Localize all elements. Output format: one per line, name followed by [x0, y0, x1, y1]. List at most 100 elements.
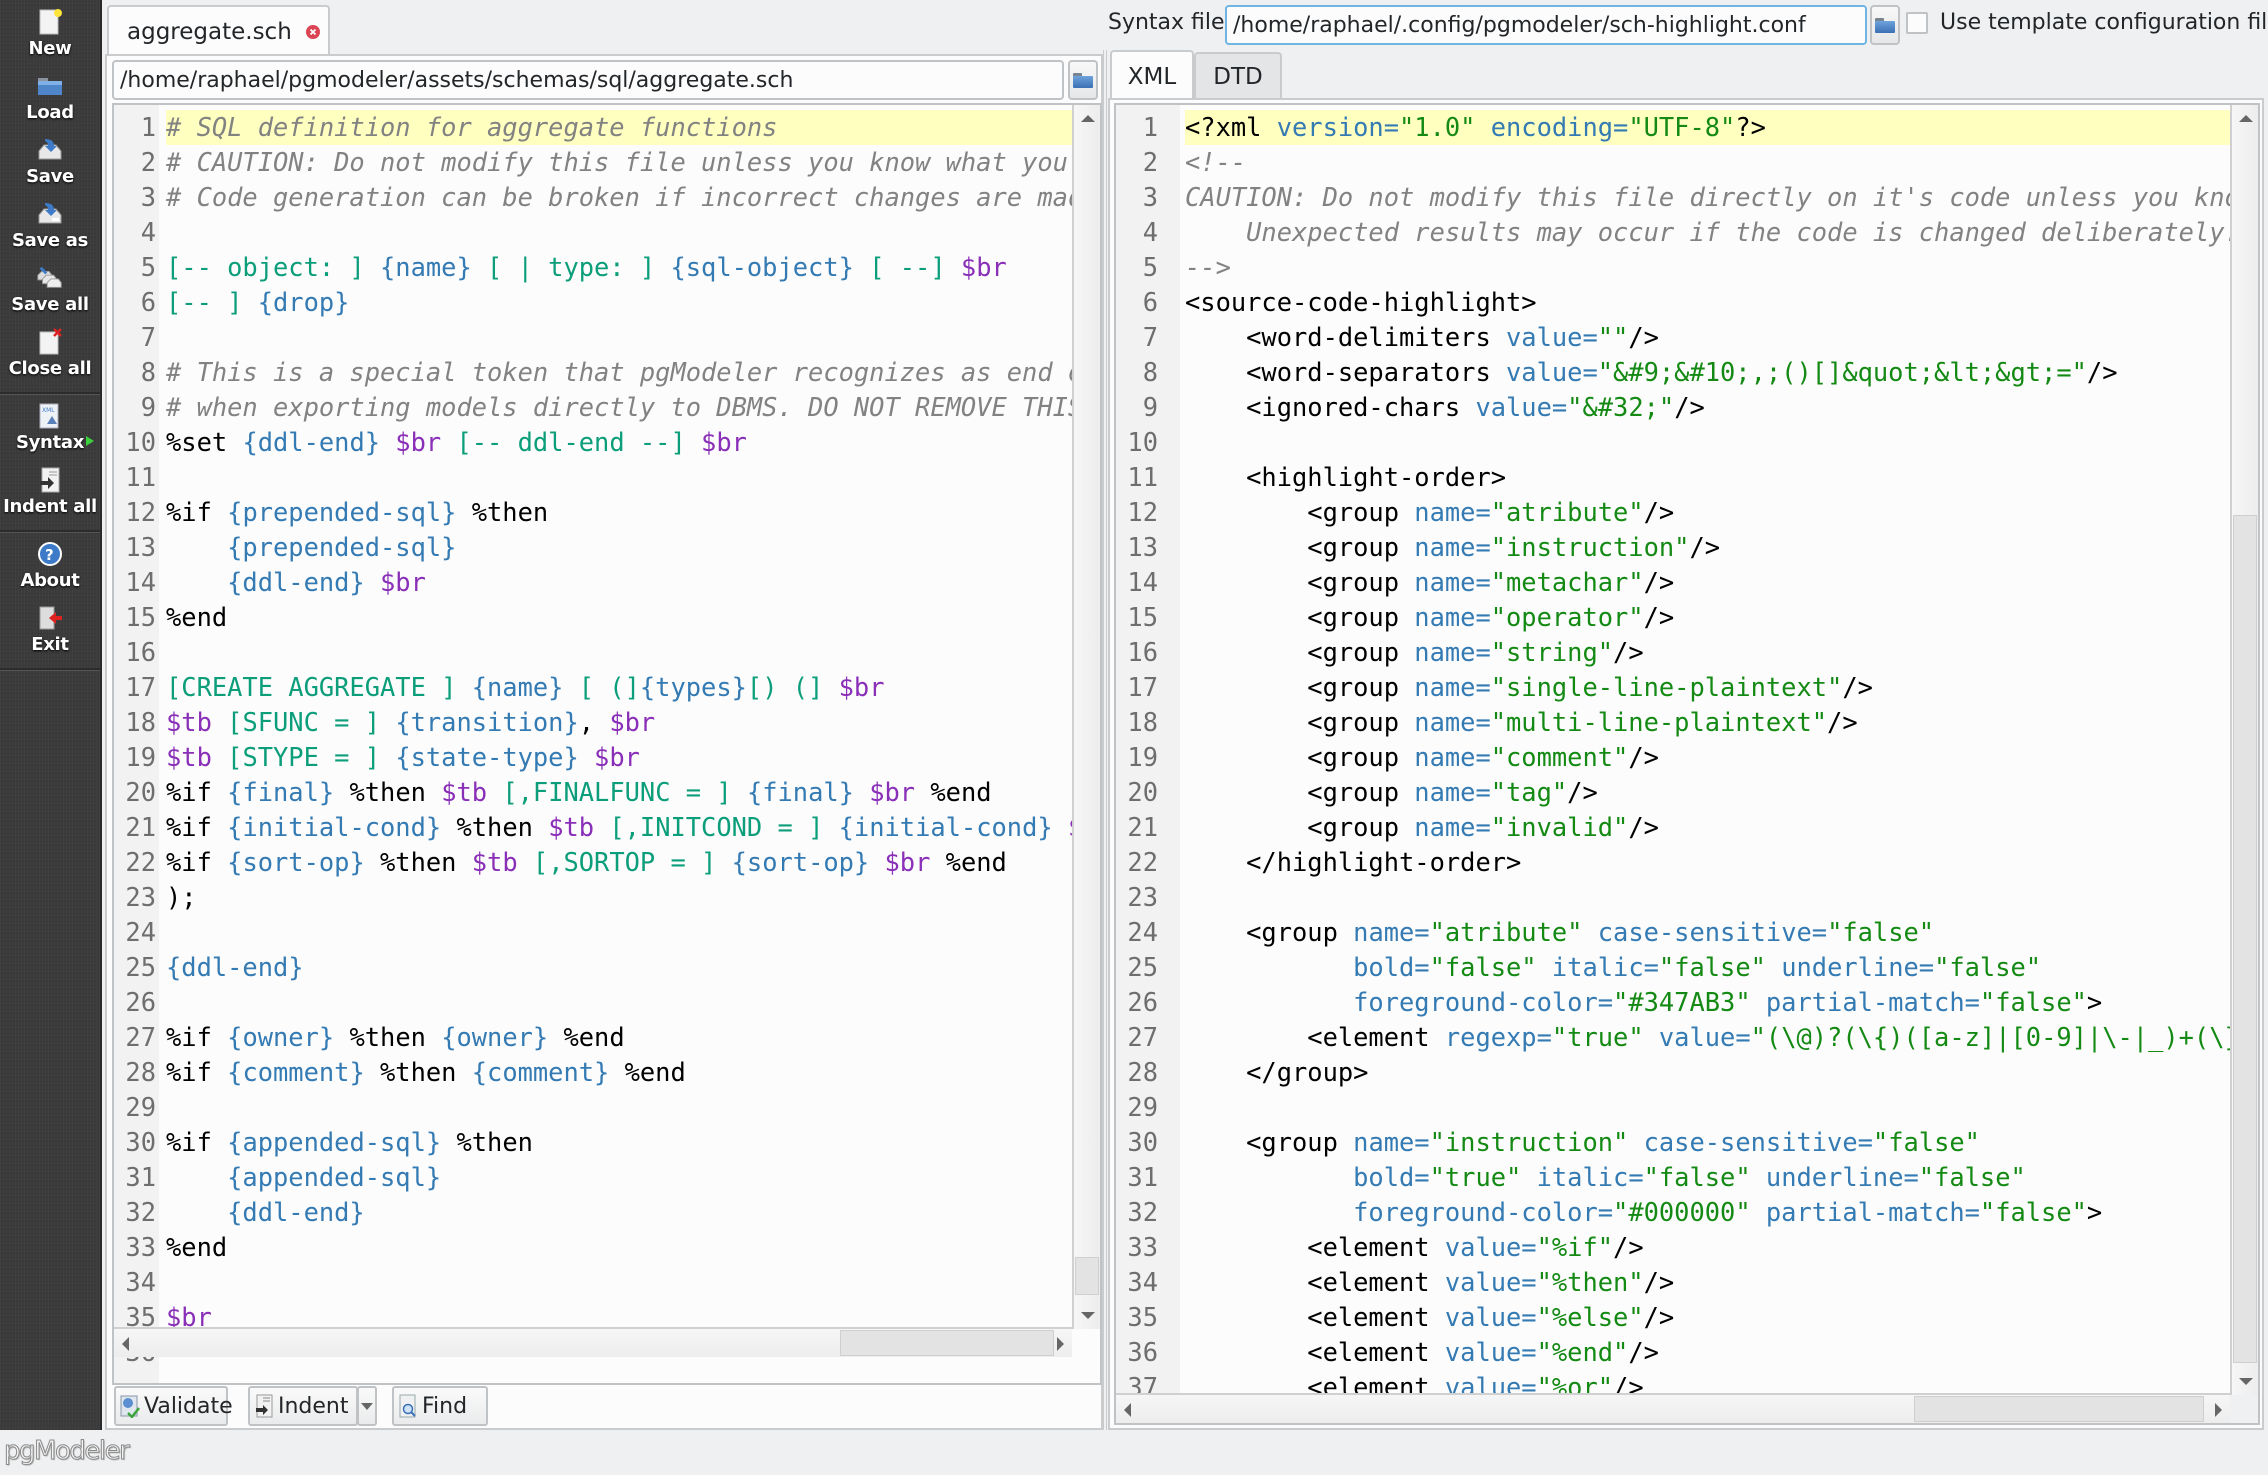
code-token: # This is a special token that pgModeler… — [166, 357, 1098, 387]
panel-splitter[interactable] — [1103, 50, 1107, 1430]
code-token: $br — [838, 672, 885, 702]
code-token: <element — [1185, 1267, 1445, 1297]
use-template-checkbox[interactable] — [1906, 12, 1928, 34]
sidebar-indent-all-button[interactable]: Indent all — [0, 462, 100, 526]
schema-file-path-field[interactable]: /home/raphael/pgmodeler/assets/schemas/s… — [112, 60, 1064, 100]
code-token: "false" — [1429, 952, 1537, 982]
horizontal-scrollbar[interactable] — [114, 1327, 1072, 1357]
indent-options-dropdown[interactable] — [357, 1386, 377, 1426]
code-token: "multi-line-plaintext" — [1490, 707, 1828, 737]
code-token: <word-delimiters — [1185, 322, 1507, 352]
scroll-right-arrow[interactable] — [1057, 1337, 1064, 1351]
tab-dtd[interactable]: DTD — [1194, 52, 1282, 100]
indent-button[interactable]: Indent — [248, 1386, 358, 1426]
scroll-left-arrow[interactable] — [122, 1337, 129, 1351]
code-line: # CAUTION: Do not modify this file unles… — [166, 145, 1100, 180]
code-line-content: %if {appended-sql} %then — [166, 1127, 533, 1157]
code-line-content: foreground-color="#000000" partial-match… — [1185, 1197, 2102, 1227]
code-token: "true" — [1551, 1022, 1644, 1052]
tab-aggregate-sch[interactable]: aggregate.sch — [107, 5, 330, 57]
code-token: # Code generation can be broken if incor… — [166, 182, 1102, 212]
code-line-content: <element value="%if"/> — [1185, 1232, 1643, 1262]
browse-schema-file-button[interactable] — [1068, 60, 1098, 100]
scroll-up-arrow[interactable] — [1081, 115, 1095, 122]
code-token: %if — [166, 777, 228, 807]
sidebar-group: XML Syntax Indent all — [0, 394, 100, 532]
code-line: <?xml version="1.0" encoding="UTF-8"?> — [1185, 110, 2230, 145]
code-token: <group — [1185, 672, 1415, 702]
sidebar-save-as-button[interactable]: Save as — [0, 196, 100, 260]
line-number: 30 — [1127, 1127, 1158, 1157]
horizontal-scroll-thumb[interactable] — [1914, 1396, 2204, 1422]
code-token: </highlight-order> — [1185, 847, 1522, 877]
line-number: 23 — [125, 882, 156, 912]
code-line-content: {appended-sql} — [166, 1162, 441, 1192]
vertical-scroll-thumb[interactable] — [2233, 515, 2257, 1363]
code-token: "false" — [1658, 952, 1766, 982]
code-token: foreground-color= — [1185, 1197, 1614, 1227]
sidebar-syntax-button[interactable]: XML Syntax — [0, 398, 100, 462]
syntax-file-path-field[interactable]: /home/raphael/.config/pgmodeler/sch-high… — [1225, 5, 1867, 45]
validate-button[interactable]: Validate — [114, 1386, 233, 1426]
code-line: {appended-sql} — [166, 1160, 1072, 1195]
save-as-icon — [36, 200, 64, 228]
scroll-corner — [2230, 1395, 2258, 1423]
sidebar-indent-all-label: Indent all — [3, 496, 97, 517]
vertical-scroll-thumb[interactable] — [1075, 1257, 1099, 1295]
horizontal-scroll-thumb[interactable] — [840, 1330, 1054, 1356]
line-number: 15 — [125, 602, 156, 632]
code-line-content: %end — [166, 1232, 227, 1262]
sidebar-save-button[interactable]: Save — [0, 132, 100, 196]
xml-syntax-icon: XML — [36, 402, 64, 430]
code-token: <group — [1185, 567, 1415, 597]
tab-xml[interactable]: XML — [1110, 50, 1194, 102]
line-number: 1 — [1142, 112, 1158, 142]
code-token: {prepended-sql} — [227, 497, 457, 527]
code-token: <group — [1185, 917, 1354, 947]
horizontal-scrollbar[interactable] — [1116, 1393, 2230, 1423]
line-number: 21 — [125, 812, 156, 842]
code-token: $tb — [441, 777, 503, 807]
sidebar-new-button[interactable]: New — [0, 4, 100, 68]
code-line: $tb [STYPE = ] {state-type} $br — [166, 740, 1072, 775]
code-token: value= — [1506, 322, 1598, 352]
browse-syntax-file-button[interactable] — [1870, 5, 1900, 45]
vertical-scrollbar[interactable] — [2230, 105, 2258, 1395]
sidebar-close-all-button[interactable]: Close all — [0, 324, 100, 388]
code-text[interactable]: # SQL definition for aggregate functions… — [166, 110, 1100, 1370]
find-button[interactable]: Find — [392, 1386, 488, 1426]
close-tab-icon[interactable] — [305, 25, 320, 39]
scroll-down-arrow[interactable] — [2239, 1378, 2253, 1385]
code-token: <ignored-chars — [1185, 392, 1476, 422]
code-text[interactable]: <?xml version="1.0" encoding="UTF-8"?> <!… — [1185, 110, 2258, 1405]
code-token: [-- ddl-end --] — [456, 427, 702, 457]
code-line-content: %if {owner} %then {owner} %end — [166, 1022, 625, 1052]
sidebar-save-all-button[interactable]: Save all — [0, 260, 100, 324]
code-line: <group name="metachar"/> — [1185, 565, 2230, 600]
scroll-down-arrow[interactable] — [1081, 1312, 1095, 1319]
vertical-scrollbar[interactable] — [1072, 105, 1100, 1329]
sidebar-exit-button[interactable]: Exit — [0, 600, 100, 664]
code-token: version= — [1276, 112, 1400, 142]
line-number: 28 — [1127, 1057, 1158, 1087]
scroll-right-arrow[interactable] — [2215, 1403, 2222, 1417]
folder-icon — [1875, 17, 1895, 33]
code-line-content: <ignored-chars value="&#32;"/> — [1185, 392, 1705, 422]
use-template-label[interactable]: Use template configuration file — [1940, 10, 2268, 35]
code-token: name= — [1414, 672, 1491, 702]
code-line-content: <element value="%end"/> — [1185, 1337, 1659, 1367]
code-token: %then — [456, 497, 549, 527]
scroll-up-arrow[interactable] — [2239, 115, 2253, 122]
code-line: CAUTION: Do not modify this file directl… — [1185, 180, 2255, 215]
code-token: "instruction" — [1429, 1127, 1629, 1157]
sidebar-load-button[interactable]: Load — [0, 68, 100, 132]
syntax-config-editor[interactable]: 1 2 3 4 5 6 7 8 9 10 11 12 13 14 15 16 17 18 19 20 21 22 23 24 2… — [1114, 103, 2260, 1425]
submenu-arrow-icon[interactable] — [86, 436, 94, 446]
code-token: "false" — [1979, 1197, 2087, 1227]
code-token: case-sensitive= — [1582, 917, 1828, 947]
scroll-left-arrow[interactable] — [1124, 1403, 1131, 1417]
sidebar-about-button[interactable]: ? About — [0, 536, 100, 600]
code-token: $tb — [166, 707, 228, 737]
code-token: /> — [1674, 392, 1705, 422]
schema-code-editor[interactable]: 1 2 3 4 5 6 7 8 9 10 11 12 13 14 15 16 17 18 19 20 21 22 23 24 2… — [112, 103, 1102, 1385]
